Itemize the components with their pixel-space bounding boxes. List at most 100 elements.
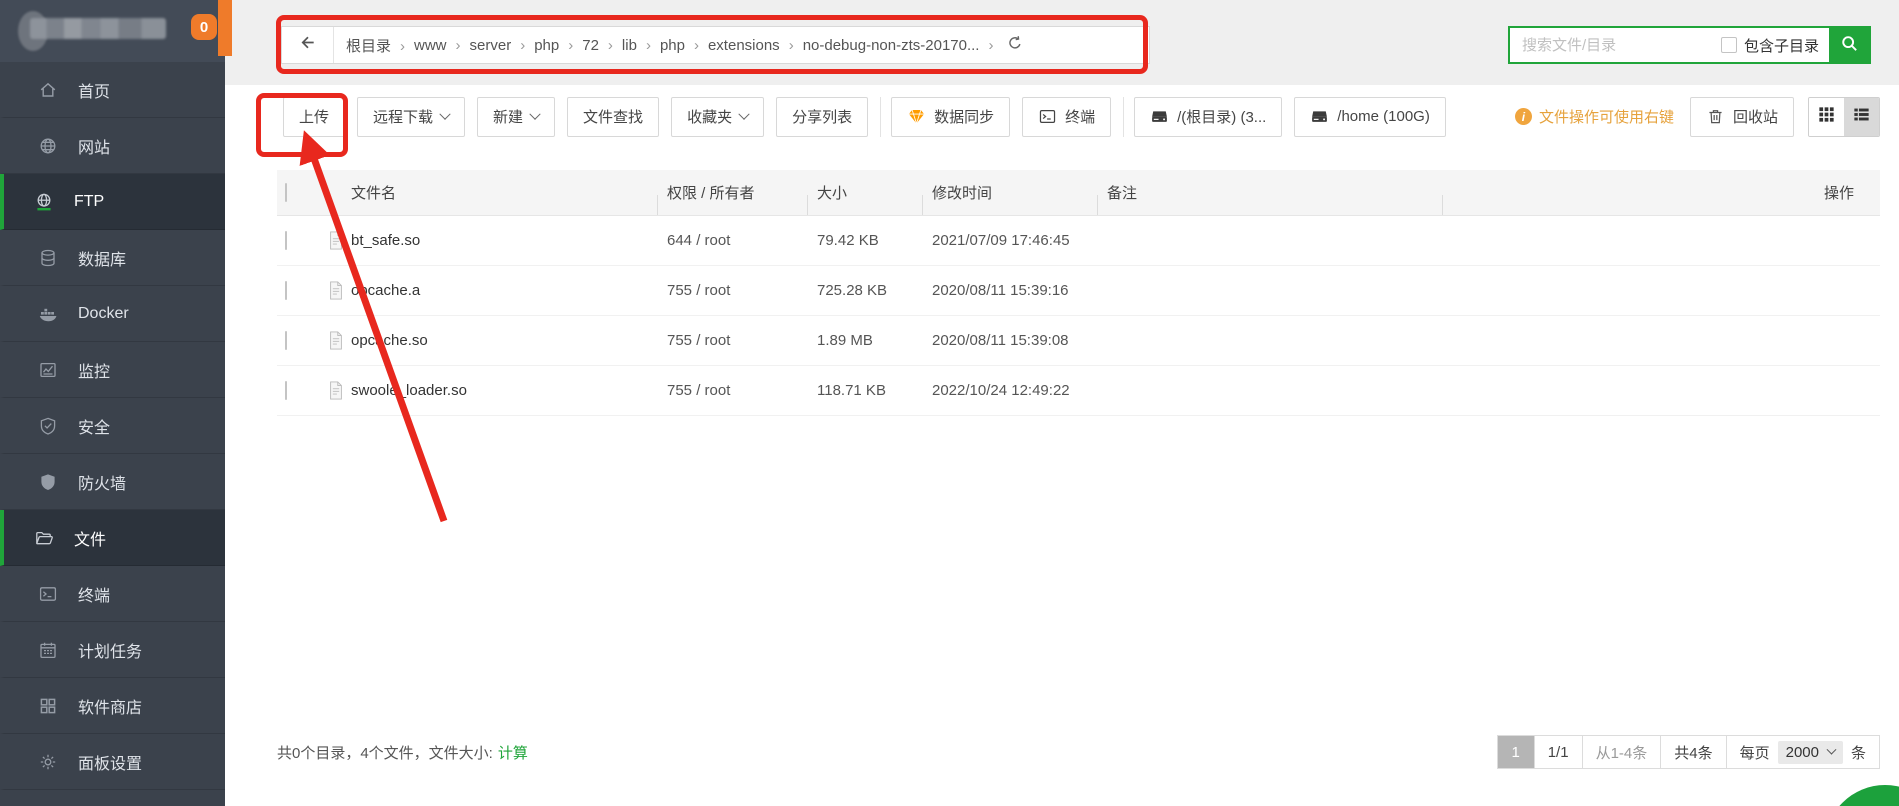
sidebar-item-docker[interactable]: Docker: [0, 286, 225, 342]
sidebar-item-label: FTP: [74, 193, 104, 211]
sidebar-item-label: 数据库: [78, 246, 126, 270]
file-table: 文件名 权限 / 所有者 大小 修改时间 备注 操作 bt_safe.so 64…: [277, 170, 1880, 416]
sidebar-item-monitor[interactable]: 监控: [0, 342, 225, 398]
search-button[interactable]: [1829, 28, 1869, 62]
search-input[interactable]: [1510, 37, 1721, 54]
breadcrumb-item[interactable]: 根目录: [346, 35, 414, 56]
page-number-button[interactable]: 1: [1498, 736, 1534, 768]
docker-icon: [38, 304, 58, 324]
col-mtime: 修改时间: [922, 182, 1097, 203]
bt-panel-file-manager: 0 首页 网站 FTP 数据库: [0, 0, 1899, 806]
col-note: 备注: [1097, 182, 1442, 203]
sidebar-item-label: 安全: [78, 414, 110, 438]
breadcrumb-item[interactable]: lib: [622, 37, 660, 54]
sidebar-item-home[interactable]: 首页: [0, 62, 225, 118]
file-permission: 644 / root: [657, 232, 807, 249]
breadcrumb-item[interactable]: 72: [582, 37, 622, 54]
file-permission: 755 / root: [657, 332, 807, 349]
chevron-down-icon: [1827, 744, 1837, 754]
breadcrumb-item[interactable]: php: [660, 37, 708, 54]
sidebar-item-website[interactable]: 网站: [0, 118, 225, 174]
sidebar-item-label: 网站: [78, 134, 110, 158]
toolbar-right: 文件操作可使用右键 回收站: [1515, 97, 1880, 137]
content: 根目录 www server php 72 lib php extension: [225, 0, 1899, 806]
per-page-select[interactable]: 2000: [1778, 741, 1843, 764]
back-button[interactable]: [282, 27, 334, 63]
favorites-button[interactable]: 收藏夹: [671, 97, 764, 137]
include-subdir-label: 包含子目录: [1744, 35, 1819, 56]
disk-icon: [1310, 107, 1329, 126]
terminal-button[interactable]: 终端: [1022, 97, 1111, 137]
breadcrumb-item[interactable]: server: [470, 37, 535, 54]
toolbar: 上传 远程下载 新建 文件查找: [225, 85, 1899, 148]
col-action: 操作: [1442, 182, 1880, 203]
page-total: 共4条: [1660, 736, 1725, 768]
refresh-button[interactable]: [1002, 32, 1028, 58]
file-size: 725.28 KB: [807, 282, 922, 299]
breadcrumb-item[interactable]: no-debug-non-zts-20170...: [803, 37, 1003, 54]
col-size: 大小: [807, 182, 922, 203]
share-list-button[interactable]: 分享列表: [776, 97, 868, 137]
file-mtime: 2020/08/11 15:39:16: [922, 282, 1097, 299]
calc-size-link[interactable]: 计算: [498, 745, 528, 762]
breadcrumb-item[interactable]: extensions: [708, 37, 803, 54]
chevron-down-icon: [738, 108, 749, 119]
sidebar-item-label: 文件: [74, 526, 106, 550]
sidebar-item-terminal[interactable]: 终端: [0, 566, 225, 622]
sidebar-item-firewall[interactable]: 防火墙: [0, 454, 225, 510]
row-checkbox[interactable]: [285, 331, 287, 350]
recycle-bin-button[interactable]: 回收站: [1690, 97, 1794, 137]
disk-icon: [1150, 107, 1169, 126]
opcache.so: opcache.so 755 / root 1.89 MB 2020/08/11…: [277, 316, 1880, 366]
shield-filled-icon: [38, 472, 58, 492]
row-checkbox[interactable]: [285, 281, 287, 300]
file-mtime: 2022/10/24 12:49:22: [922, 382, 1097, 399]
select-all-checkbox[interactable]: [285, 183, 287, 202]
file-find-button[interactable]: 文件查找: [567, 97, 659, 137]
disk-home-button[interactable]: /home (100G): [1294, 97, 1446, 137]
breadcrumb-item[interactable]: www: [414, 37, 470, 54]
trash-icon: [1706, 107, 1725, 126]
terminal-icon: [1038, 107, 1057, 126]
file-icon: [327, 330, 345, 351]
sidebar-item-label: Docker: [78, 305, 129, 323]
notification-badge[interactable]: 0: [191, 14, 217, 40]
file-name[interactable]: opcache.a: [351, 282, 420, 299]
sidebar-item-database[interactable]: 数据库: [0, 230, 225, 286]
sidebar: 0 首页 网站 FTP 数据库: [0, 0, 225, 806]
data-sync-button[interactable]: 数据同步: [891, 97, 1010, 137]
sidebar-item-label: 面板设置: [78, 750, 142, 774]
bt_safe.so: bt_safe.so 644 / root 79.42 KB 2021/07/0…: [277, 216, 1880, 266]
row-checkbox[interactable]: [285, 231, 287, 250]
sidebar-item-security[interactable]: 安全: [0, 398, 225, 454]
sidebar-item-label: 软件商店: [78, 694, 142, 718]
list-view-button[interactable]: [1844, 98, 1879, 136]
globe-icon: [38, 136, 58, 156]
monitor-icon: [38, 360, 58, 380]
footer: 共0个目录，4个文件，文件大小:计算 1 1/1 从1-4条 共4条 每页 20…: [225, 735, 1899, 769]
calendar-icon: [38, 640, 58, 660]
disk-root-button[interactable]: /(根目录) (3...: [1134, 97, 1282, 137]
grid-view-button[interactable]: [1809, 98, 1844, 136]
include-subdir-checkbox[interactable]: [1721, 37, 1737, 53]
page-range: 从1-4条: [1582, 736, 1661, 768]
sidebar-item-files[interactable]: 文件: [0, 510, 225, 566]
sidebar-item-ftp[interactable]: FTP: [0, 174, 225, 230]
breadcrumb-item[interactable]: php: [534, 37, 582, 54]
new-button[interactable]: 新建: [477, 97, 555, 137]
right-click-hint: 文件操作可使用右键: [1515, 106, 1674, 127]
terminal-icon: [38, 584, 58, 604]
file-icon: [327, 380, 345, 401]
breadcrumb-path: 根目录 www server php 72 lib php extension: [334, 32, 1040, 58]
file-name[interactable]: opcache.so: [351, 332, 428, 349]
sidebar-item-cron[interactable]: 计划任务: [0, 622, 225, 678]
search-box: 包含子目录: [1508, 26, 1871, 64]
gear-icon: [38, 752, 58, 772]
upload-button[interactable]: 上传: [283, 97, 345, 137]
row-checkbox[interactable]: [285, 381, 287, 400]
file-name[interactable]: bt_safe.so: [351, 232, 420, 249]
sidebar-item-settings[interactable]: 面板设置: [0, 734, 225, 790]
file-name[interactable]: swoole_loader.so: [351, 382, 467, 399]
remote-download-button[interactable]: 远程下载: [357, 97, 465, 137]
sidebar-item-appstore[interactable]: 软件商店: [0, 678, 225, 734]
